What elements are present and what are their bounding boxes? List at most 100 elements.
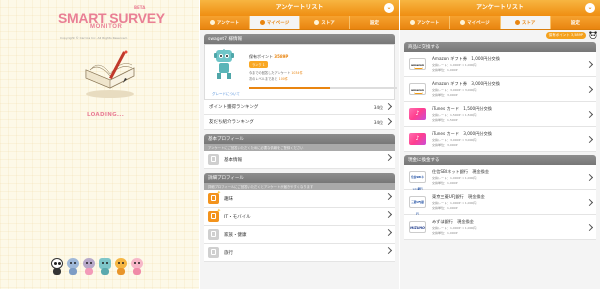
gift-title: Amazon ギフト券 1,000円分交換 bbox=[432, 56, 500, 61]
amazon-logo-icon: amazon bbox=[409, 58, 426, 70]
chevron-right-icon bbox=[384, 210, 393, 219]
collapse-button[interactable]: ⌄ bbox=[585, 3, 595, 13]
points-label: 保有ポイント bbox=[249, 54, 273, 59]
app-title: アンケートリスト bbox=[275, 4, 324, 11]
bank-title: 住信SBIネット銀行 現金換金 bbox=[432, 169, 490, 174]
copyright-text: Copyright © Carrica Inc. All Rights Rese… bbox=[60, 36, 128, 40]
profile-item-label: IT・モバイル bbox=[224, 214, 251, 220]
app-title-bar: アンケートリスト ⌄ bbox=[400, 0, 600, 16]
ranking-label: 友だち紹介ランキング bbox=[209, 120, 254, 125]
survey-tab-icon bbox=[409, 20, 415, 25]
gift-unit: 交換単位：3,000P bbox=[432, 143, 458, 147]
gift-row[interactable]: ♪ iTunes カード 3,000円分交換 交換レート：3,000P ⇒ 3,00… bbox=[404, 127, 596, 152]
gift-row[interactable]: amazon Amazon ギフト券 1,000円分交換 交換レート：1,000P … bbox=[404, 52, 596, 77]
ranking-row-points[interactable]: ポイント獲得ランキング 34位 bbox=[204, 100, 395, 115]
mobile-icon: ✦ bbox=[208, 208, 221, 222]
hobby-icon: ✦ bbox=[208, 190, 221, 204]
chevron-right-icon bbox=[585, 110, 594, 119]
panda-icon bbox=[589, 31, 597, 39]
gift-row[interactable]: amazon Amazon ギフト券 3,000円分交換 交換レート：3,000P … bbox=[404, 77, 596, 102]
bank-rate: 交換レート：1,000P ⇒ 1,000円 bbox=[432, 176, 477, 180]
chevron-right-icon bbox=[384, 228, 393, 237]
tab-mypage[interactable]: マイページ bbox=[450, 16, 501, 29]
profile-item-label: 趣味 bbox=[224, 196, 233, 202]
mypage-tab-icon bbox=[259, 20, 265, 25]
profile-item-it-mobile[interactable]: ✦ IT・モバイル bbox=[204, 208, 395, 226]
logo-beta-badge: BETA bbox=[134, 5, 146, 10]
bank-list: 住信SBIネット銀行 住信SBIネット銀行 現金換金交換レート：1,000P ⇒ … bbox=[400, 165, 600, 240]
store-tab-icon bbox=[314, 20, 320, 25]
level-progress-fill bbox=[249, 87, 331, 89]
gift-row[interactable]: ♪ iTunes カード 1,500円分交換 交換レート：1,500P ⇒ 1,50… bbox=[404, 102, 596, 127]
mypage-screen: アンケートリスト ⌄ アンケート マイページ ストア 設定 swaget7 様情… bbox=[200, 0, 399, 289]
itunes-logo-icon: ♪ bbox=[409, 133, 426, 145]
profile-item-hobby[interactable]: ✦ 趣味 bbox=[204, 190, 395, 208]
points-line: 保有ポイント 3589P bbox=[249, 54, 288, 60]
amazon-logo-icon: amazon bbox=[409, 83, 426, 95]
tab-bar: アンケート マイページ ストア 設定 bbox=[400, 16, 600, 30]
chevron-right-icon bbox=[384, 192, 393, 201]
level-progress-bar bbox=[249, 87, 397, 89]
panda-mascot-icon bbox=[50, 258, 64, 276]
tab-survey[interactable]: アンケート bbox=[200, 16, 250, 29]
bank-row[interactable]: MIZUHO みずほ銀行 現金換金 交換レート：1,000P ⇒ 1,000円 交換単… bbox=[404, 215, 596, 240]
ranking-value: 34位 bbox=[373, 105, 383, 110]
bank-row[interactable]: 三菱UFJ銀行 東京三菱UFJ銀行 現金換金交換レート：1,000P ⇒ 1,00… bbox=[404, 190, 596, 216]
bank-rate: 交換レート：1,000P ⇒ 1,000円 bbox=[432, 226, 477, 230]
lion-mascot-icon bbox=[114, 258, 128, 276]
gift-rate: 交換レート：3,000P ⇒ 3,000円 bbox=[432, 88, 477, 92]
collapse-button[interactable]: ⌄ bbox=[384, 3, 394, 13]
tab-store[interactable]: ストア bbox=[300, 16, 350, 29]
bank-title: 東京三菱UFJ銀行 現金換金 bbox=[432, 194, 485, 199]
detail-profile-header: 詳細プロフィール bbox=[204, 173, 395, 183]
user-info-header: swaget7 様情報 bbox=[204, 34, 395, 44]
grade-info-link[interactable]: グレードについて bbox=[212, 92, 240, 97]
tab-store[interactable]: ストア bbox=[500, 16, 551, 29]
next-level-stat: 次のレベルまであと 100件 bbox=[249, 76, 288, 81]
answered-stat: 今までの回答したアンケート 1034件 bbox=[249, 70, 303, 75]
pig-mascot-icon bbox=[130, 258, 144, 276]
answered-stat-value: 1034件 bbox=[291, 71, 303, 75]
bank-unit: 交換単位：1,000P bbox=[432, 206, 458, 210]
profile-item-basic[interactable]: 基本情報 bbox=[204, 151, 395, 169]
chevron-right-icon bbox=[585, 135, 594, 144]
gift-list: amazon Amazon ギフト券 1,000円分交換 交換レート：1,000P … bbox=[400, 52, 600, 152]
gift-unit: 交換単位：1,000P bbox=[432, 68, 458, 72]
loading-text: LOADING... bbox=[87, 112, 125, 118]
bank-unit: 交換単位：1,000P bbox=[432, 231, 458, 235]
store-tab-icon bbox=[514, 20, 520, 25]
splash-screen: SMART SURVEY BETA MONITOR Copyright © Car… bbox=[0, 0, 199, 289]
mascot-row bbox=[50, 258, 144, 276]
bank-rate: 交換レート：1,000P ⇒ 1,000円 bbox=[432, 201, 477, 205]
book-pencil-illustration bbox=[85, 50, 135, 98]
detail-profile-note: 詳細プロフィールにご回答いただくとアンケートが届きやすくなります bbox=[204, 183, 395, 190]
points-pill: 保有ポイント 3,589P bbox=[545, 32, 586, 39]
bank-row[interactable]: 住信SBIネット銀行 住信SBIネット銀行 現金換金交換レート：1,000P ⇒ … bbox=[404, 165, 596, 191]
answered-stat-label: 今までの回答したアンケート bbox=[249, 71, 291, 75]
tab-settings[interactable]: 設定 bbox=[551, 16, 600, 29]
mypage-tab-icon bbox=[460, 20, 466, 25]
bank-unit: 交換単位：1,000P bbox=[432, 181, 458, 185]
points-value: 3589P bbox=[274, 54, 289, 59]
gift-title: Amazon ギフト券 3,000円分交換 bbox=[432, 81, 500, 86]
family-icon bbox=[208, 229, 219, 240]
profile-item-label: 家族・健康 bbox=[224, 232, 247, 238]
mizuho-logo-icon: MIZUHO bbox=[409, 221, 426, 233]
app-title-bar: アンケートリスト ⌄ bbox=[200, 0, 399, 16]
tab-settings[interactable]: 設定 bbox=[350, 16, 399, 29]
gift-title: iTunes カード 3,000円分交換 bbox=[432, 131, 492, 136]
chevron-right-icon bbox=[585, 198, 594, 207]
next-level-value: 100件 bbox=[278, 77, 288, 81]
gift-section-header: 商品に交換する bbox=[404, 42, 596, 52]
profile-item-travel[interactable]: 旅行 bbox=[204, 244, 395, 262]
ranking-row-friends[interactable]: 友だち紹介ランキング 34位 bbox=[204, 115, 395, 130]
profile-item-family-health[interactable]: 家族・健康 bbox=[204, 226, 395, 244]
ranking-value: 34位 bbox=[373, 120, 383, 125]
logo-monitor: MONITOR bbox=[90, 24, 123, 30]
tab-survey[interactable]: アンケート bbox=[400, 16, 451, 29]
tab-mypage[interactable]: マイページ bbox=[250, 16, 300, 29]
chevron-right-icon bbox=[384, 246, 393, 255]
mouse-mascot-icon bbox=[82, 258, 96, 276]
cash-section-header: 現金に換金する bbox=[404, 155, 596, 165]
profile-item-label: 基本情報 bbox=[224, 157, 242, 163]
